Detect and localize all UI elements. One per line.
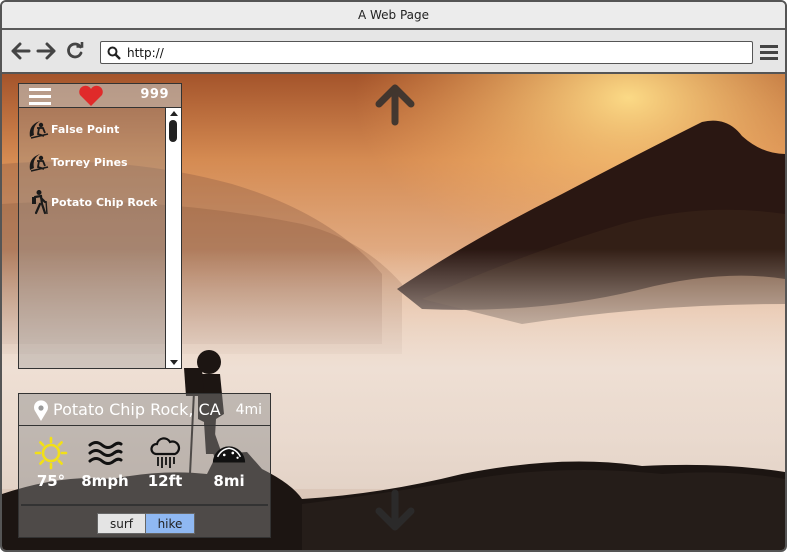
food-distance-stat: 8mi bbox=[201, 436, 257, 490]
forward-arrow-icon[interactable] bbox=[35, 40, 57, 62]
surfer-icon bbox=[25, 116, 51, 142]
favorites-count: 999 bbox=[140, 87, 169, 102]
scroll-down-icon[interactable] bbox=[170, 360, 178, 365]
search-icon bbox=[107, 46, 121, 60]
scroll-up-icon[interactable] bbox=[170, 111, 178, 116]
location-info-card: Potato Chip Rock, CA 4mi 75° 8mph 12ft 8… bbox=[18, 393, 271, 538]
list-item-label: Potato Chip Rock bbox=[51, 195, 158, 209]
sidebar-scrollbar[interactable] bbox=[165, 108, 181, 368]
wind-value: 8mph bbox=[81, 472, 129, 490]
list-item-label: False Point bbox=[51, 122, 120, 136]
address-bar[interactable]: http:// bbox=[100, 41, 753, 64]
back-arrow-icon[interactable] bbox=[10, 40, 32, 62]
conditions-row: 75° 8mph 12ft 8mi bbox=[19, 426, 270, 502]
sidebar-header: 999 bbox=[19, 84, 181, 108]
activity-toggle: surf hike bbox=[97, 513, 195, 534]
wind-stat: 8mph bbox=[77, 436, 133, 490]
browser-window: A Web Page http:// 999 False Point Torre… bbox=[0, 0, 787, 552]
hamburger-menu-icon[interactable] bbox=[29, 87, 51, 105]
sun-icon bbox=[32, 436, 70, 470]
food-distance-value: 8mi bbox=[213, 472, 245, 490]
navigation-bar: http:// bbox=[2, 30, 785, 74]
page-viewport: 999 False Point Torrey Pines Potato Chip… bbox=[2, 74, 785, 550]
rain-cloud-icon bbox=[146, 436, 184, 470]
list-item-false-point[interactable]: False Point bbox=[25, 116, 119, 142]
scrollbar-thumb[interactable] bbox=[169, 120, 177, 142]
favorites-heart-icon[interactable] bbox=[77, 85, 105, 107]
spots-list: False Point Torrey Pines Potato Chip Roc… bbox=[19, 108, 165, 368]
scroll-down-arrow-icon[interactable] bbox=[373, 489, 417, 533]
title-bar: A Web Page bbox=[2, 2, 785, 30]
scroll-up-arrow-icon[interactable] bbox=[373, 82, 417, 126]
card-header: Potato Chip Rock, CA 4mi bbox=[19, 394, 270, 426]
list-item-torrey-pines[interactable]: Torrey Pines bbox=[25, 149, 128, 175]
hiker-icon bbox=[25, 189, 51, 215]
location-name: Potato Chip Rock, CA bbox=[53, 400, 221, 419]
swell-value: 12ft bbox=[147, 472, 183, 490]
url-text: http:// bbox=[127, 45, 164, 60]
tab-hike[interactable]: hike bbox=[146, 514, 194, 533]
swell-stat: 12ft bbox=[137, 436, 193, 490]
reload-icon[interactable] bbox=[64, 40, 86, 62]
list-item-potato-chip-rock[interactable]: Potato Chip Rock bbox=[25, 189, 157, 215]
list-item-label: Torrey Pines bbox=[51, 155, 128, 169]
window-title: A Web Page bbox=[357, 8, 430, 22]
browser-menu-icon[interactable] bbox=[759, 41, 779, 63]
card-divider bbox=[21, 504, 268, 506]
temperature-stat: 75° bbox=[23, 436, 79, 490]
taco-icon bbox=[210, 436, 248, 470]
tab-surf[interactable]: surf bbox=[98, 514, 146, 533]
wind-icon bbox=[86, 436, 124, 470]
location-distance: 4mi bbox=[235, 402, 262, 418]
spots-sidebar: 999 False Point Torrey Pines Potato Chip… bbox=[18, 83, 182, 369]
location-pin-icon bbox=[33, 400, 49, 422]
surfer-icon bbox=[25, 149, 51, 175]
temperature-value: 75° bbox=[36, 472, 66, 490]
